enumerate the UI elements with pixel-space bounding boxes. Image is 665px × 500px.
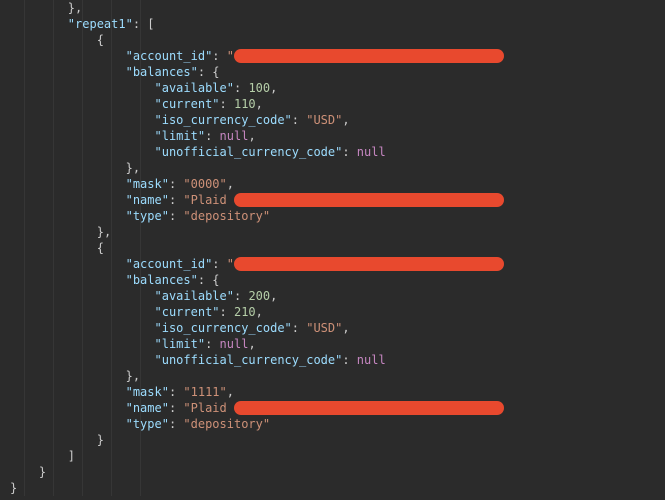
redacted-account-id xyxy=(234,257,504,271)
redacted-name xyxy=(234,401,504,415)
redacted-name xyxy=(234,193,504,207)
json-code-block: }, "repeat1": [ { "account_id": " "balan… xyxy=(0,0,665,496)
redacted-account-id xyxy=(234,49,504,63)
